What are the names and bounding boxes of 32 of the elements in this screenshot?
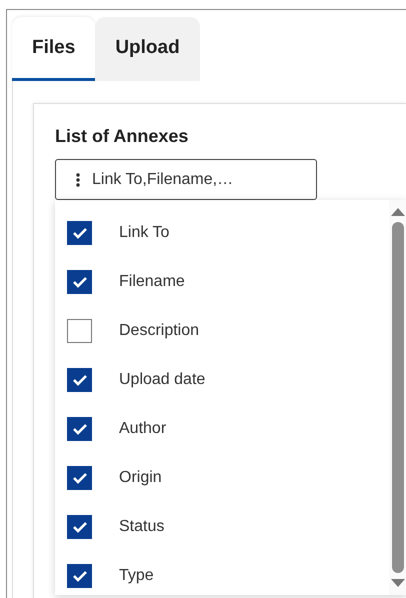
- checkmark-icon: [72, 520, 88, 532]
- column-option[interactable]: Type: [119, 566, 154, 584]
- checkbox[interactable]: [67, 220, 92, 244]
- more-vertical-icon: [76, 172, 80, 186]
- column-option[interactable]: Status: [119, 518, 164, 536]
- column-option[interactable]: Author: [119, 420, 166, 438]
- checkmark-icon: [72, 472, 88, 484]
- checkbox[interactable]: [67, 416, 92, 440]
- checkbox[interactable]: [67, 564, 92, 588]
- tab[interactable]: Files: [12, 17, 96, 81]
- scroll-down-icon[interactable]: [391, 579, 405, 587]
- checkmark-icon: [72, 570, 88, 582]
- column-option[interactable]: Upload date: [119, 370, 206, 388]
- column-option[interactable]: Origin: [119, 468, 162, 486]
- scroll-up-icon[interactable]: [391, 208, 405, 216]
- scrollbar[interactable]: [389, 200, 406, 595]
- checkmark-icon: [72, 422, 88, 434]
- checkbox[interactable]: [67, 318, 92, 342]
- column-option[interactable]: Description: [119, 322, 200, 340]
- column-option[interactable]: Link To: [119, 224, 170, 242]
- checkmark-icon: [72, 276, 88, 288]
- column-option[interactable]: Filename: [119, 272, 185, 290]
- checkmark-icon: [72, 226, 88, 238]
- scroll-thumb[interactable]: [392, 222, 404, 573]
- checkbox[interactable]: [67, 270, 92, 294]
- card-title: List of Annexes: [55, 126, 190, 147]
- checkbox[interactable]: [67, 514, 92, 538]
- checkbox[interactable]: [67, 368, 92, 392]
- checkbox[interactable]: [67, 466, 92, 490]
- checkmark-icon: [72, 374, 88, 386]
- tab[interactable]: Upload: [95, 17, 200, 81]
- column-picker-button[interactable]: Link To,Filename,…: [55, 159, 317, 200]
